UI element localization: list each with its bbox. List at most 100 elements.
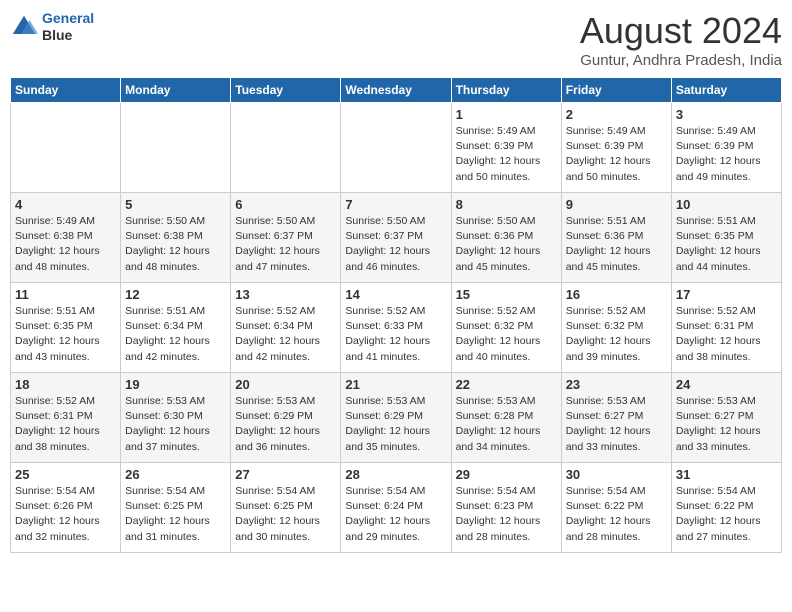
day-detail: Sunrise: 5:53 AMSunset: 6:27 PMDaylight:…: [566, 394, 667, 455]
day-number: 2: [566, 107, 667, 122]
day-number: 9: [566, 197, 667, 212]
calendar-cell: 27 Sunrise: 5:54 AMSunset: 6:25 PMDayligh…: [231, 463, 341, 553]
weekday-header-saturday: Saturday: [671, 78, 781, 103]
day-detail: Sunrise: 5:53 AMSunset: 6:28 PMDaylight:…: [456, 394, 557, 455]
calendar-cell: 17Sunrise: 5:52 AMSunset: 6:31 PMDayligh…: [671, 283, 781, 373]
calendar-cell: 3 Sunrise: 5:49 AMSunset: 6:39 PMDaylight…: [671, 103, 781, 193]
day-number: 25: [15, 467, 116, 482]
day-detail: Sunrise: 5:52 AMSunset: 6:32 PMDaylight:…: [456, 304, 557, 365]
calendar-cell: 22 Sunrise: 5:53 AMSunset: 6:28 PMDayligh…: [451, 373, 561, 463]
day-number: 28: [345, 467, 446, 482]
day-detail: Sunrise: 5:54 AMSunset: 6:24 PMDaylight:…: [345, 484, 446, 545]
calendar-cell: 19 Sunrise: 5:53 AMSunset: 6:30 PMDayligh…: [121, 373, 231, 463]
day-detail: Sunrise: 5:51 AMSunset: 6:35 PMDaylight:…: [676, 214, 777, 275]
day-number: 11: [15, 287, 116, 302]
day-detail: Sunrise: 5:49 AMSunset: 6:39 PMDaylight:…: [676, 124, 777, 185]
week-row-4: 18Sunrise: 5:52 AMSunset: 6:31 PMDayligh…: [11, 373, 782, 463]
day-number: 21: [345, 377, 446, 392]
calendar-table: SundayMondayTuesdayWednesdayThursdayFrid…: [10, 77, 782, 553]
day-detail: Sunrise: 5:54 AMSunset: 6:23 PMDaylight:…: [456, 484, 557, 545]
day-number: 15: [456, 287, 557, 302]
calendar-cell: 7 Sunrise: 5:50 AMSunset: 6:37 PMDaylight…: [341, 193, 451, 283]
day-detail: Sunrise: 5:54 AMSunset: 6:26 PMDaylight:…: [15, 484, 116, 545]
day-number: 23: [566, 377, 667, 392]
day-number: 22: [456, 377, 557, 392]
calendar-cell: 29 Sunrise: 5:54 AMSunset: 6:23 PMDayligh…: [451, 463, 561, 553]
day-detail: Sunrise: 5:53 AMSunset: 6:27 PMDaylight:…: [676, 394, 777, 455]
calendar-cell: 4 Sunrise: 5:49 AMSunset: 6:38 PMDaylight…: [11, 193, 121, 283]
day-number: 31: [676, 467, 777, 482]
day-number: 10: [676, 197, 777, 212]
day-number: 29: [456, 467, 557, 482]
weekday-header-row: SundayMondayTuesdayWednesdayThursdayFrid…: [11, 78, 782, 103]
day-detail: Sunrise: 5:49 AMSunset: 6:39 PMDaylight:…: [456, 124, 557, 185]
day-number: 30: [566, 467, 667, 482]
calendar-cell: 11 Sunrise: 5:51 AMSunset: 6:35 PMDayligh…: [11, 283, 121, 373]
calendar-cell: 24 Sunrise: 5:53 AMSunset: 6:27 PMDayligh…: [671, 373, 781, 463]
calendar-cell: [231, 103, 341, 193]
day-detail: Sunrise: 5:52 AMSunset: 6:31 PMDaylight:…: [15, 394, 116, 455]
week-row-1: 1 Sunrise: 5:49 AMSunset: 6:39 PMDaylight…: [11, 103, 782, 193]
weekday-header-monday: Monday: [121, 78, 231, 103]
calendar-cell: 10 Sunrise: 5:51 AMSunset: 6:35 PMDayligh…: [671, 193, 781, 283]
day-detail: Sunrise: 5:50 AMSunset: 6:36 PMDaylight:…: [456, 214, 557, 275]
day-detail: Sunrise: 5:49 AMSunset: 6:38 PMDaylight:…: [15, 214, 116, 275]
day-number: 27: [235, 467, 336, 482]
calendar-cell: 6Sunrise: 5:50 AMSunset: 6:37 PMDaylight…: [231, 193, 341, 283]
calendar-cell: 1 Sunrise: 5:49 AMSunset: 6:39 PMDaylight…: [451, 103, 561, 193]
day-number: 19: [125, 377, 226, 392]
calendar-cell: 18Sunrise: 5:52 AMSunset: 6:31 PMDayligh…: [11, 373, 121, 463]
day-number: 14: [345, 287, 446, 302]
day-detail: Sunrise: 5:53 AMSunset: 6:29 PMDaylight:…: [345, 394, 446, 455]
day-number: 24: [676, 377, 777, 392]
calendar-cell: 8Sunrise: 5:50 AMSunset: 6:36 PMDaylight…: [451, 193, 561, 283]
calendar-cell: 5 Sunrise: 5:50 AMSunset: 6:38 PMDaylight…: [121, 193, 231, 283]
calendar-cell: 2Sunrise: 5:49 AMSunset: 6:39 PMDaylight…: [561, 103, 671, 193]
day-number: 3: [676, 107, 777, 122]
weekday-header-friday: Friday: [561, 78, 671, 103]
calendar-cell: 15 Sunrise: 5:52 AMSunset: 6:32 PMDayligh…: [451, 283, 561, 373]
calendar-cell: 28 Sunrise: 5:54 AMSunset: 6:24 PMDayligh…: [341, 463, 451, 553]
calendar-cell: 23 Sunrise: 5:53 AMSunset: 6:27 PMDayligh…: [561, 373, 671, 463]
day-detail: Sunrise: 5:52 AMSunset: 6:33 PMDaylight:…: [345, 304, 446, 365]
day-detail: Sunrise: 5:54 AMSunset: 6:25 PMDaylight:…: [235, 484, 336, 545]
day-detail: Sunrise: 5:51 AMSunset: 6:36 PMDaylight:…: [566, 214, 667, 275]
day-detail: Sunrise: 5:50 AMSunset: 6:37 PMDaylight:…: [235, 214, 336, 275]
week-row-5: 25 Sunrise: 5:54 AMSunset: 6:26 PMDayligh…: [11, 463, 782, 553]
logo: General Blue: [10, 10, 94, 44]
day-number: 20: [235, 377, 336, 392]
calendar-cell: [11, 103, 121, 193]
calendar-cell: 31Sunrise: 5:54 AMSunset: 6:22 PMDayligh…: [671, 463, 781, 553]
calendar-header: SundayMondayTuesdayWednesdayThursdayFrid…: [11, 78, 782, 103]
day-detail: Sunrise: 5:51 AMSunset: 6:34 PMDaylight:…: [125, 304, 226, 365]
day-number: 7: [345, 197, 446, 212]
day-number: 4: [15, 197, 116, 212]
calendar-cell: [121, 103, 231, 193]
calendar-cell: 13Sunrise: 5:52 AMSunset: 6:34 PMDayligh…: [231, 283, 341, 373]
day-detail: Sunrise: 5:51 AMSunset: 6:35 PMDaylight:…: [15, 304, 116, 365]
month-title: August 2024: [580, 10, 782, 52]
day-number: 17: [676, 287, 777, 302]
location-title: Guntur, Andhra Pradesh, India: [580, 52, 782, 69]
day-detail: Sunrise: 5:52 AMSunset: 6:32 PMDaylight:…: [566, 304, 667, 365]
weekday-header-thursday: Thursday: [451, 78, 561, 103]
day-number: 5: [125, 197, 226, 212]
day-detail: Sunrise: 5:50 AMSunset: 6:37 PMDaylight:…: [345, 214, 446, 275]
calendar-cell: 25 Sunrise: 5:54 AMSunset: 6:26 PMDayligh…: [11, 463, 121, 553]
day-number: 1: [456, 107, 557, 122]
day-detail: Sunrise: 5:54 AMSunset: 6:25 PMDaylight:…: [125, 484, 226, 545]
calendar-cell: 12Sunrise: 5:51 AMSunset: 6:34 PMDayligh…: [121, 283, 231, 373]
weekday-header-tuesday: Tuesday: [231, 78, 341, 103]
week-row-2: 4 Sunrise: 5:49 AMSunset: 6:38 PMDaylight…: [11, 193, 782, 283]
day-detail: Sunrise: 5:50 AMSunset: 6:38 PMDaylight:…: [125, 214, 226, 275]
calendar-cell: 30 Sunrise: 5:54 AMSunset: 6:22 PMDayligh…: [561, 463, 671, 553]
day-number: 16: [566, 287, 667, 302]
calendar-cell: 20Sunrise: 5:53 AMSunset: 6:29 PMDayligh…: [231, 373, 341, 463]
calendar-body: 1 Sunrise: 5:49 AMSunset: 6:39 PMDaylight…: [11, 103, 782, 553]
day-detail: Sunrise: 5:53 AMSunset: 6:30 PMDaylight:…: [125, 394, 226, 455]
day-number: 13: [235, 287, 336, 302]
logo-icon: [10, 13, 38, 41]
weekday-header-sunday: Sunday: [11, 78, 121, 103]
day-detail: Sunrise: 5:54 AMSunset: 6:22 PMDaylight:…: [566, 484, 667, 545]
calendar-cell: 26Sunrise: 5:54 AMSunset: 6:25 PMDayligh…: [121, 463, 231, 553]
